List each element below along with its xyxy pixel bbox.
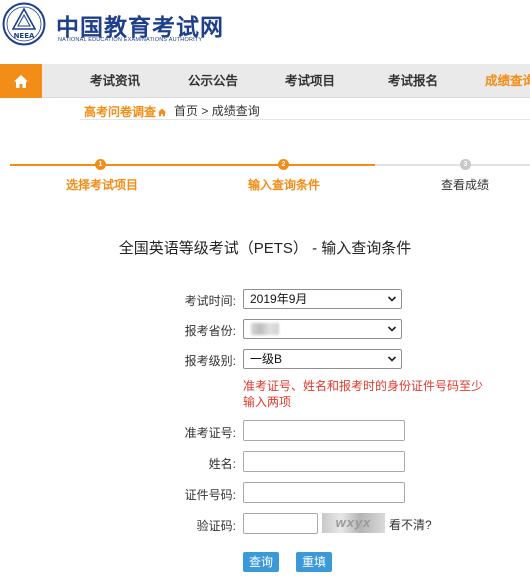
step-progress-pending bbox=[375, 164, 530, 166]
home-button[interactable] bbox=[0, 64, 42, 98]
reset-button[interactable]: 重填 bbox=[296, 552, 333, 572]
chevron-down-icon bbox=[387, 296, 397, 302]
logo-abbr: NEEA bbox=[14, 32, 35, 40]
exam-time-value: 2019年9月 bbox=[250, 292, 308, 306]
ticket-number-label: 准考证号: bbox=[184, 426, 236, 440]
province-select[interactable] bbox=[243, 319, 402, 339]
step-1-dot: 1 bbox=[95, 159, 106, 170]
survey-link[interactable]: 高考问卷调查 bbox=[84, 103, 167, 120]
name-label: 姓名: bbox=[208, 457, 236, 471]
main-nav: 考试资讯 公示公告 考试项目 考试报名 成绩查询 bbox=[0, 64, 530, 98]
captcha-image[interactable]: wxyx bbox=[322, 513, 385, 533]
nav-item-projects[interactable]: 考试项目 bbox=[285, 64, 335, 98]
breadcrumb-current: 成绩查询 bbox=[211, 104, 260, 118]
site-name-en: NATIONAL EDUCATION EXAMINATIONS AUTHORIT… bbox=[58, 37, 203, 43]
name-input[interactable] bbox=[243, 451, 405, 472]
nav-item-score-query[interactable]: 成绩查询 bbox=[485, 64, 530, 98]
level-value: 一级B bbox=[250, 352, 283, 366]
neea-logo-icon[interactable]: NEEA bbox=[2, 2, 46, 46]
exam-time-label: 考试时间: bbox=[184, 294, 236, 308]
site-header: NEEA 中国教育考试网 NATIONAL EDUCATION EXAMINAT… bbox=[0, 0, 530, 60]
form-title: 全国英语等级考试（PETS） - 输入查询条件 bbox=[118, 240, 412, 257]
nav-item-news[interactable]: 考试资讯 bbox=[90, 64, 140, 98]
exam-time-select[interactable]: 2019年9月 bbox=[243, 289, 402, 309]
step-2-label: 输入查询条件 bbox=[248, 178, 321, 192]
nav-item-notices[interactable]: 公示公告 bbox=[188, 64, 238, 98]
step-2-dot: 2 bbox=[278, 159, 289, 170]
step-1-label: 选择考试项目 bbox=[66, 178, 139, 192]
province-value-blurred bbox=[251, 323, 279, 335]
id-number-label: 证件号码: bbox=[184, 488, 236, 502]
chevron-down-icon bbox=[387, 326, 397, 332]
home-icon bbox=[14, 74, 28, 88]
chevron-down-icon bbox=[387, 356, 397, 362]
query-button[interactable]: 查询 bbox=[243, 552, 280, 572]
input-requirement-warning: 准考证号、姓名和报考时的身份证件号码至少输入两项 bbox=[243, 379, 484, 409]
ticket-number-input[interactable] bbox=[243, 420, 405, 441]
step-3-dot: 3 bbox=[460, 159, 471, 170]
step-3-label: 查看成绩 bbox=[441, 178, 490, 192]
home-small-icon bbox=[157, 108, 167, 117]
nav-item-registration[interactable]: 考试报名 bbox=[388, 64, 438, 98]
divider bbox=[80, 119, 530, 120]
captcha-input[interactable] bbox=[243, 513, 318, 534]
breadcrumb-home[interactable]: 首页 bbox=[174, 104, 198, 118]
captcha-refresh-link[interactable]: 看不清? bbox=[389, 516, 432, 533]
breadcrumb-separator: > bbox=[201, 104, 209, 118]
id-number-input[interactable] bbox=[243, 482, 405, 503]
captcha-label: 验证码: bbox=[196, 519, 236, 533]
level-select[interactable]: 一级B bbox=[243, 349, 402, 369]
step-progress-done bbox=[10, 164, 375, 166]
breadcrumb: 首页 > 成绩查询 bbox=[174, 102, 260, 119]
province-label: 报考省份: bbox=[184, 324, 236, 338]
level-label: 报考级别: bbox=[184, 354, 236, 368]
